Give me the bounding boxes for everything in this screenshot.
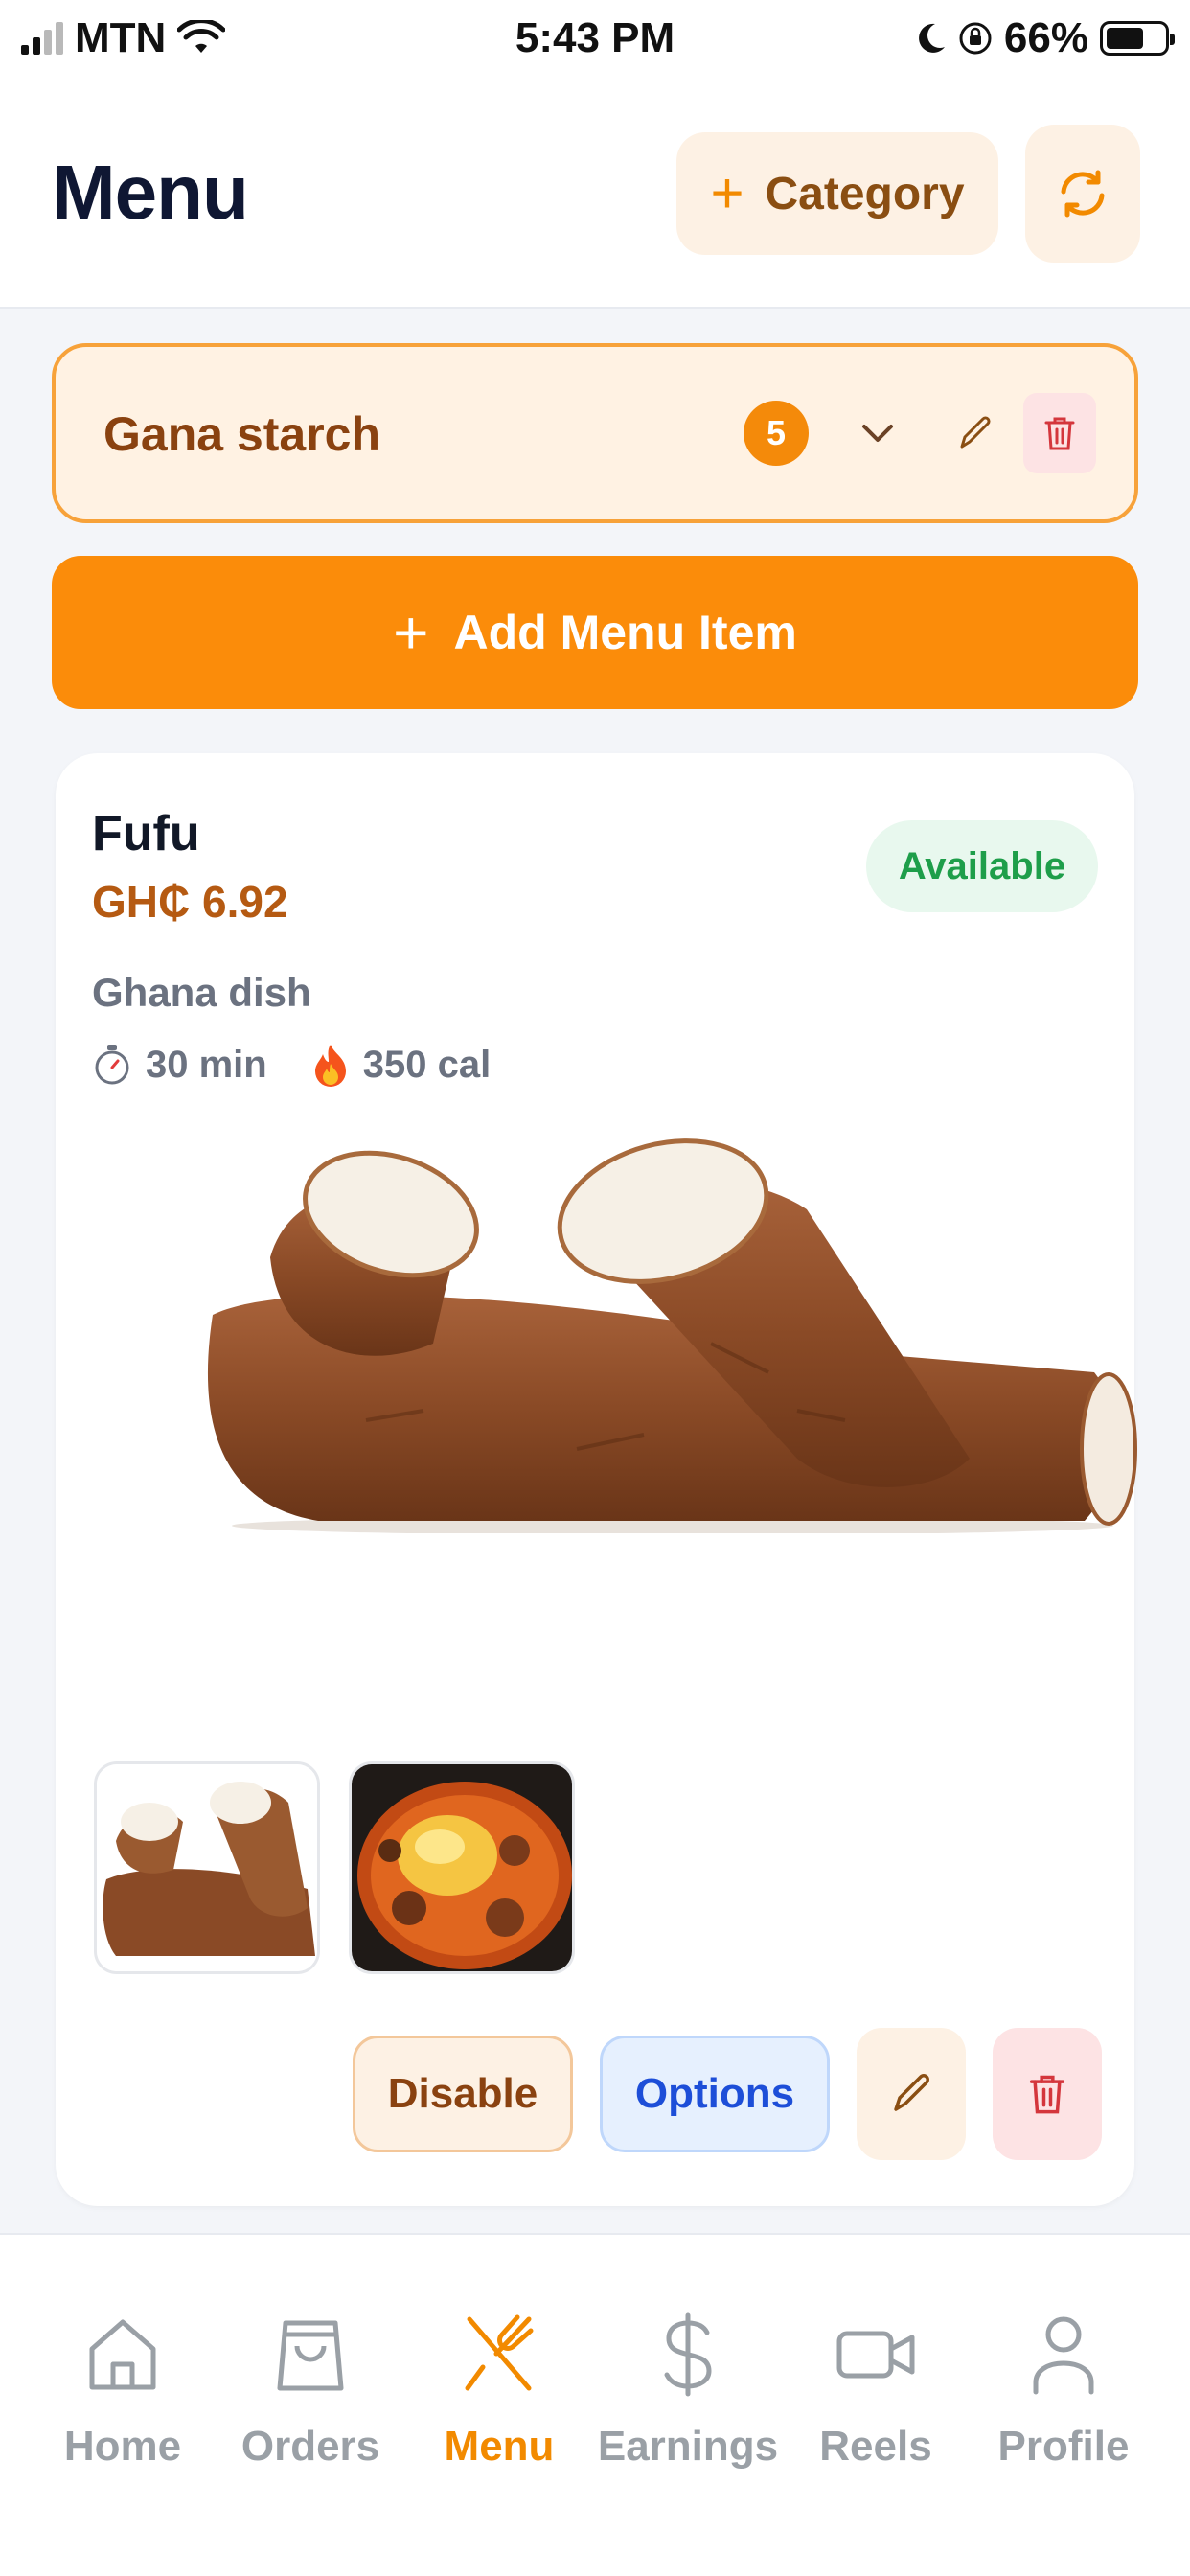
thumbnail-cassava[interactable] (94, 1761, 320, 1974)
stopwatch-icon (95, 1045, 129, 1085)
orientation-lock-icon (959, 22, 992, 55)
add-category-button[interactable]: + Category (676, 132, 998, 255)
status-left: MTN (21, 14, 226, 62)
category-name: Gana starch (103, 407, 381, 461)
tab-menu-label: Menu (444, 2423, 555, 2470)
options-button[interactable]: Options (600, 2036, 830, 2152)
wifi-icon (177, 20, 226, 53)
item-name: Fufu (92, 806, 200, 862)
video-icon (833, 2312, 919, 2398)
user-icon (1020, 2312, 1107, 2398)
item-price: GH₵ 6.92 (92, 877, 288, 927)
prep-time-label: 30 min (146, 1043, 267, 1086)
header: Menu + Category (0, 77, 1190, 309)
item-main-image[interactable] (174, 1133, 1142, 1533)
disable-button[interactable]: Disable (353, 2036, 573, 2152)
edit-category-button[interactable] (947, 404, 1004, 462)
dollar-icon (645, 2312, 731, 2398)
tab-home-label: Home (63, 2423, 182, 2470)
prep-time: 30 min (92, 1043, 267, 1087)
bottom-tab-bar: Home Orders Menu Earnings Reels Profile (0, 2233, 1190, 2576)
cassava-thumbnail-image (97, 1764, 317, 1971)
add-menu-item-label: Add Menu Item (453, 606, 797, 659)
calories-label: 350 cal (362, 1043, 492, 1086)
plus-icon: + (710, 161, 744, 225)
status-right: 66% (914, 14, 1175, 62)
moon-icon (919, 23, 945, 53)
image-thumbnails (94, 1761, 575, 1974)
status-bar: MTN 5:43 PM 66% (0, 0, 1190, 77)
availability-badge: Available (866, 820, 1098, 912)
menu-item-card: Fufu GH₵ 6.92 Available Ghana dish 30 mi… (56, 753, 1137, 2206)
tab-profile[interactable]: Profile (968, 2312, 1159, 2471)
trash-icon (1044, 417, 1075, 450)
add-menu-item-button[interactable]: + Add Menu Item (52, 556, 1138, 709)
tab-orders[interactable]: Orders (215, 2312, 406, 2471)
pencil-icon (894, 2074, 929, 2111)
category-row[interactable]: Gana starch 5 (52, 343, 1138, 523)
trash-icon (1029, 2075, 1065, 2114)
tab-menu[interactable]: Menu (403, 2312, 595, 2471)
utensils-icon (456, 2312, 542, 2398)
tab-reels[interactable]: Reels (780, 2312, 972, 2471)
fire-icon (314, 1045, 346, 1087)
calories: 350 cal (311, 1043, 491, 1087)
delete-category-button[interactable] (1023, 393, 1096, 473)
shopping-bag-icon (267, 2312, 354, 2398)
edit-item-button[interactable] (857, 2028, 966, 2160)
refresh-icon (1061, 170, 1105, 218)
battery-icon (1100, 21, 1175, 56)
tab-earnings[interactable]: Earnings (592, 2312, 784, 2471)
tab-home[interactable]: Home (27, 2312, 218, 2471)
pencil-icon (960, 416, 991, 448)
delete-item-button[interactable] (993, 2028, 1102, 2160)
plus-icon: + (393, 598, 429, 667)
item-actions: Disable Options (353, 2028, 1102, 2160)
item-description: Ghana dish (92, 970, 311, 1015)
category-count-badge: 5 (744, 401, 809, 466)
category-expand-toggle[interactable] (849, 404, 906, 462)
tab-profile-label: Profile (997, 2423, 1130, 2470)
add-category-label: Category (765, 168, 965, 219)
tab-earnings-label: Earnings (597, 2423, 779, 2470)
page-title: Menu (52, 150, 249, 235)
item-meta: 30 min 350 cal (92, 1043, 491, 1087)
home-icon (80, 2312, 166, 2398)
thumbnail-fufu-soup[interactable] (349, 1761, 575, 1974)
fufu-soup-thumbnail-image (352, 1764, 572, 1971)
signal-icon (21, 22, 63, 55)
carrier-label: MTN (75, 14, 167, 61)
refresh-button[interactable] (1025, 125, 1140, 263)
battery-percent: 66% (1003, 14, 1088, 61)
chevron-down-icon (862, 425, 893, 442)
tab-reels-label: Reels (819, 2423, 932, 2470)
tab-orders-label: Orders (240, 2423, 380, 2470)
